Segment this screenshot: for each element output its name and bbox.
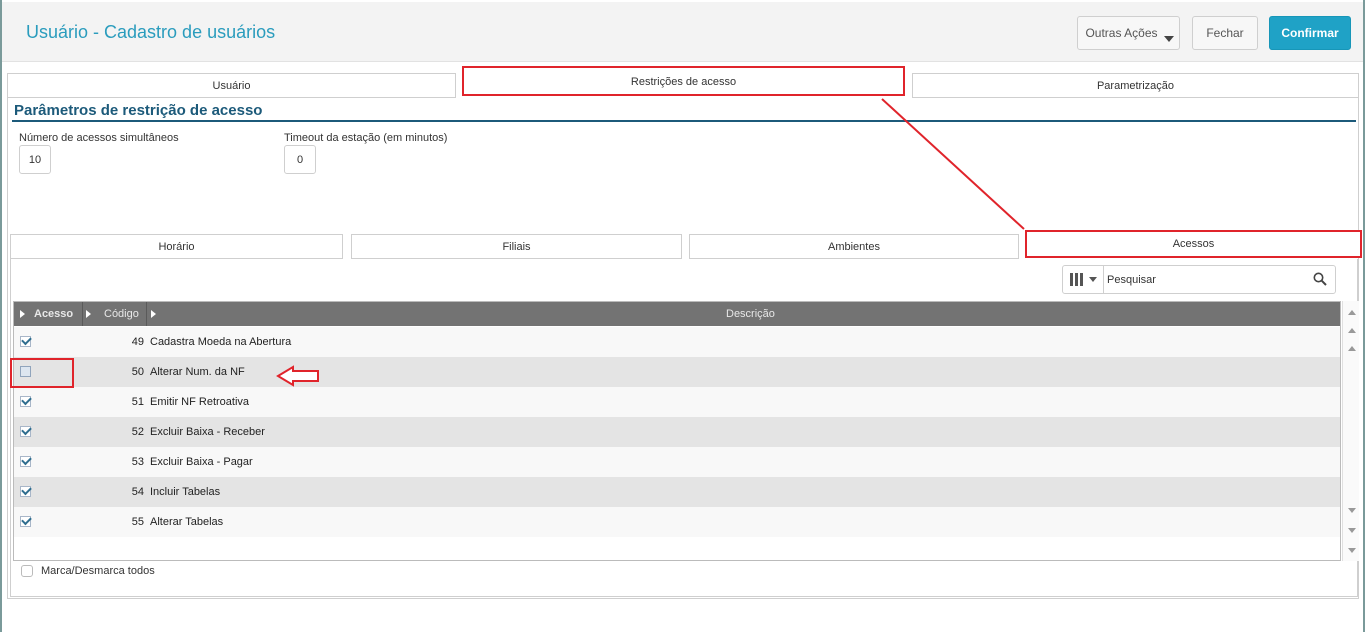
acesso-checkbox[interactable] (20, 366, 31, 377)
search-icon[interactable] (1313, 272, 1327, 286)
codigo-cell: 54 (131, 486, 144, 498)
table-row[interactable]: 50 Alterar Num. da NF (14, 357, 1340, 387)
table-row[interactable]: 52 Excluir Baixa - Receber (14, 417, 1340, 447)
column-separator (146, 302, 147, 326)
codigo-cell: 53 (131, 456, 144, 468)
tab-usuario[interactable]: Usuário (7, 73, 456, 98)
restricoes-panel: Parâmetros de restrição de acesso Número… (7, 97, 1362, 599)
acesso-checkbox[interactable] (20, 426, 31, 437)
marca-desmarca-label: Marca/Desmarca todos (41, 565, 155, 577)
descricao-cell: Alterar Tabelas (150, 516, 224, 528)
search-input[interactable] (1107, 270, 1307, 289)
timeout-estacao-field[interactable]: 0 (284, 145, 316, 174)
section-divider (12, 120, 1356, 122)
acessos-simultaneos-label: Número de acessos simultâneos (19, 132, 179, 144)
outras-acoes-label: Outras Ações (1085, 26, 1158, 40)
marca-desmarca-checkbox[interactable] (21, 565, 33, 577)
codigo-cell: 52 (131, 426, 144, 438)
table-row[interactable]: 53 Excluir Baixa - Pagar (14, 447, 1340, 477)
acessos-simultaneos-field[interactable]: 10 (19, 145, 51, 174)
col-header-descricao[interactable]: Descrição (726, 302, 775, 326)
outras-acoes-button[interactable]: Outras Ações (1077, 16, 1180, 50)
timeout-estacao-label: Timeout da estação (em minutos) (284, 132, 448, 144)
codigo-cell: 50 (131, 366, 144, 378)
column-separator (82, 302, 83, 326)
caret-down-icon (1164, 36, 1174, 42)
chevron-down-icon (1088, 277, 1097, 282)
sort-arrow-icon[interactable] (20, 302, 25, 326)
scroll-bottom-icon[interactable] (1345, 543, 1358, 557)
main-tabs: Usuário Restrições de acesso Parametriza… (7, 66, 1359, 98)
scroll-up-icon[interactable] (1345, 341, 1358, 355)
fechar-button[interactable]: Fechar (1192, 16, 1258, 50)
scroll-down-icon[interactable] (1345, 503, 1358, 517)
acessos-panel: Acesso Código Descrição 49 Cadastra Moed… (10, 259, 1359, 597)
section-title: Parâmetros de restrição de acesso (14, 102, 263, 119)
col-header-codigo[interactable]: Código (104, 302, 139, 326)
table-row[interactable]: 55 Alterar Tabelas (14, 507, 1340, 537)
sort-arrow-icon[interactable] (151, 302, 156, 326)
acessos-grid: Acesso Código Descrição 49 Cadastra Moed… (13, 301, 1341, 561)
descricao-cell: Emitir NF Retroativa (150, 396, 250, 408)
tab-filiais[interactable]: Filiais (351, 234, 682, 259)
table-row[interactable]: 49 Cadastra Moeda na Abertura (14, 327, 1340, 357)
codigo-cell: 49 (131, 336, 144, 348)
sort-arrow-icon[interactable] (86, 302, 91, 326)
codigo-cell: 55 (131, 516, 144, 528)
descricao-cell: Incluir Tabelas (150, 486, 221, 498)
table-row[interactable]: 54 Incluir Tabelas (14, 477, 1340, 507)
page-title: Usuário - Cadastro de usuários (26, 22, 276, 42)
col-header-acesso[interactable]: Acesso (34, 302, 73, 326)
tab-horario[interactable]: Horário (10, 234, 343, 259)
acesso-checkbox[interactable] (20, 336, 31, 347)
marca-desmarca-todos[interactable]: Marca/Desmarca todos (21, 565, 155, 577)
descricao-cell: Excluir Baixa - Pagar (150, 456, 253, 468)
scroll-page-up-icon[interactable] (1345, 323, 1358, 337)
codigo-cell: 51 (131, 396, 144, 408)
tab-restricoes-de-acesso[interactable]: Restrições de acesso (462, 66, 905, 96)
acesso-checkbox[interactable] (20, 486, 31, 497)
grid-scrollbar[interactable] (1342, 301, 1359, 561)
search-box (1062, 265, 1336, 294)
scroll-top-icon[interactable] (1345, 305, 1358, 319)
page-header: Usuário - Cadastro de usuários Outras Aç… (2, 2, 1363, 62)
scroll-page-down-icon[interactable] (1345, 523, 1358, 537)
descricao-cell: Cadastra Moeda na Abertura (150, 336, 292, 348)
acesso-checkbox[interactable] (20, 516, 31, 527)
columns-icon-bar (1079, 273, 1083, 286)
descricao-cell: Excluir Baixa - Receber (150, 426, 265, 438)
acesso-checkbox[interactable] (20, 456, 31, 467)
columns-icon (1069, 273, 1073, 286)
confirmar-button[interactable]: Confirmar (1269, 16, 1351, 50)
tab-parametrizacao[interactable]: Parametrização (912, 73, 1359, 98)
columns-menu-button[interactable] (1063, 266, 1104, 293)
table-row[interactable]: 51 Emitir NF Retroativa (14, 387, 1340, 417)
grid-header: Acesso Código Descrição (14, 302, 1340, 326)
tab-ambientes[interactable]: Ambientes (689, 234, 1019, 259)
acesso-checkbox[interactable] (20, 396, 31, 407)
sub-tabs: Horário Filiais Ambientes Acessos (10, 230, 1362, 259)
tab-acessos[interactable]: Acessos (1025, 230, 1362, 258)
descricao-cell: Alterar Num. da NF (150, 366, 245, 378)
columns-icon-bar (1074, 273, 1078, 286)
